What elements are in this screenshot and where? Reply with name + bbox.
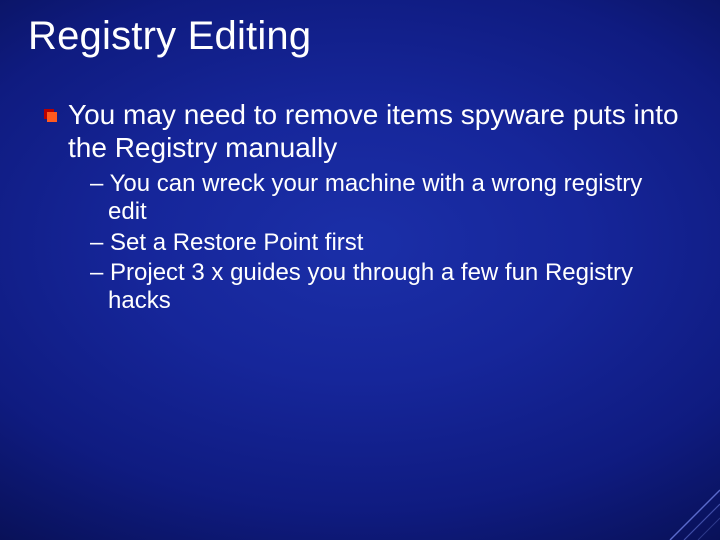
slide-title: Registry Editing: [28, 14, 311, 59]
sub-bullet-group: – You can wreck your machine with a wron…: [44, 170, 680, 316]
dash-icon: –: [90, 229, 110, 256]
bullet-level2-text: You can wreck your machine with a wrong …: [108, 170, 642, 225]
bullet-level2: – You can wreck your machine with a wron…: [90, 170, 680, 227]
bullet-level2-text: Project 3 x guides you through a few fun…: [108, 259, 633, 314]
dash-icon: –: [90, 259, 110, 286]
slide: Registry Editing You may need to remove …: [0, 0, 720, 540]
bullet-square-icon: [44, 109, 56, 121]
bullet-level2: – Project 3 x guides you through a few f…: [90, 259, 680, 316]
dash-icon: –: [90, 170, 110, 197]
bullet-level2: – Set a Restore Point first: [90, 229, 680, 257]
slide-body: You may need to remove items spyware put…: [44, 98, 680, 318]
bullet-level1: You may need to remove items spyware put…: [44, 98, 680, 164]
bullet-level1-text: You may need to remove items spyware put…: [68, 99, 679, 163]
corner-accent-icon: [656, 476, 720, 540]
bullet-level2-text: Set a Restore Point first: [110, 229, 363, 256]
